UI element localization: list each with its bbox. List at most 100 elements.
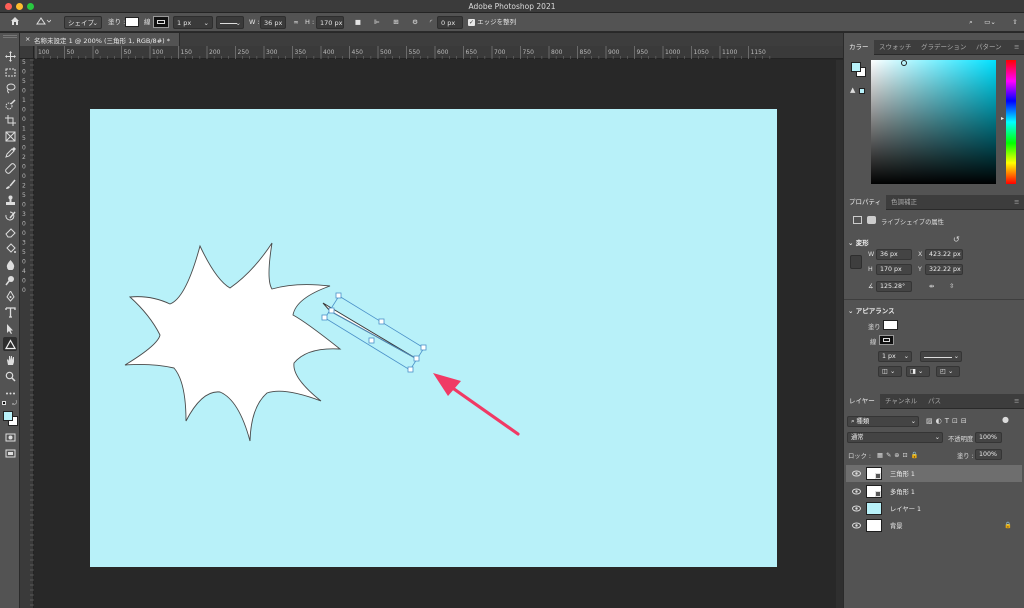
lasso-tool-icon[interactable]: [3, 81, 17, 95]
tab-patterns[interactable]: パターン: [971, 40, 1007, 55]
color-picker-field[interactable]: [871, 60, 996, 184]
prop-y-field[interactable]: 322.22 px: [925, 264, 963, 275]
default-colors-icon[interactable]: [2, 401, 8, 407]
prop-fill-swatch[interactable]: [883, 320, 898, 330]
gamut-warning-icon[interactable]: ▲: [850, 86, 855, 94]
prop-height-field[interactable]: 170 px: [876, 264, 912, 275]
close-tab-icon[interactable]: ×: [25, 35, 30, 43]
layer-filter-select[interactable]: ⌕ 種類 ⌄: [847, 416, 919, 427]
frame-tool-icon[interactable]: [3, 129, 17, 143]
transform-section-header[interactable]: ⌄ 変形: [848, 237, 869, 247]
stroke-align-select[interactable]: ◫ ⌄: [878, 366, 902, 377]
stroke-swatch[interactable]: [153, 16, 169, 28]
eraser-tool-icon[interactable]: [3, 225, 17, 239]
filter-toggle-icon[interactable]: ●: [1002, 415, 1009, 424]
layer-fill-field[interactable]: 100%: [975, 449, 1002, 460]
link-icon[interactable]: ∞: [290, 16, 302, 29]
stroke-corner-select[interactable]: ◰ ⌄: [936, 366, 960, 377]
layer-filter-icons[interactable]: ▨◐T⊡⊟: [926, 417, 970, 425]
horizontal-ruler[interactable]: 100 50 0 50 100 150 200 250 300 350 400 450 500 550 60…: [34, 46, 843, 59]
panel-menu-icon[interactable]: ≡: [1009, 40, 1024, 55]
lock-options-icons[interactable]: ▦✎⊕⊡🔒: [877, 451, 922, 459]
visibility-eye-icon[interactable]: [852, 504, 861, 513]
mask-icon[interactable]: [867, 216, 876, 224]
more-tools-icon[interactable]: [3, 386, 17, 400]
shape-height-field[interactable]: 170 px: [316, 16, 344, 29]
history-brush-tool-icon[interactable]: [3, 209, 17, 223]
settings-gear-icon[interactable]: ⚙: [410, 16, 420, 29]
path-arrangement-icon[interactable]: ⊞: [391, 16, 401, 29]
healing-brush-tool-icon[interactable]: [3, 161, 17, 175]
layer-row-layer1[interactable]: レイヤー 1: [846, 500, 1022, 517]
align-edges-checkbox[interactable]: ✓ エッジを整列: [468, 16, 516, 29]
dodge-tool-icon[interactable]: [3, 273, 17, 287]
link-dimensions-icon[interactable]: [850, 255, 862, 269]
prop-stroke-swatch[interactable]: [879, 335, 894, 345]
screen-mode-icon[interactable]: [3, 446, 17, 460]
hand-tool-icon[interactable]: [3, 353, 17, 367]
ruler-origin[interactable]: [20, 46, 34, 59]
prop-width-field[interactable]: 36 px: [876, 249, 912, 260]
hue-slider[interactable]: [1006, 60, 1016, 184]
triangle-tool-icon[interactable]: [3, 337, 17, 351]
quick-selection-tool-icon[interactable]: [3, 97, 17, 111]
tab-gradients[interactable]: グラデーション: [916, 40, 971, 55]
search-icon[interactable]: ⌕: [966, 16, 976, 29]
path-selection-tool-icon[interactable]: [3, 321, 17, 335]
hue-slider-handle[interactable]: ▸: [1001, 115, 1004, 122]
blend-mode-select[interactable]: 通常 ⌄: [847, 432, 943, 443]
tab-paths[interactable]: パス: [923, 394, 946, 409]
panel-foreground-swatch[interactable]: [851, 62, 861, 72]
type-tool-icon[interactable]: [3, 305, 17, 319]
shape-width-field[interactable]: 36 px: [260, 16, 286, 29]
tab-properties[interactable]: プロパティ: [844, 195, 887, 210]
layer-row-background[interactable]: 背景 🔒: [846, 517, 1022, 534]
panel-menu-icon[interactable]: ≡: [1009, 394, 1024, 409]
prop-angle-field[interactable]: 125.28°: [876, 281, 912, 292]
appearance-section-header[interactable]: ⌄ アピアランス: [848, 305, 895, 315]
stroke-type-select[interactable]: ⌄: [216, 16, 244, 29]
stroke-cap-select[interactable]: ◨ ⌄: [906, 366, 930, 377]
share-icon[interactable]: ⇧: [1010, 16, 1020, 29]
document-canvas[interactable]: [90, 109, 777, 567]
zoom-tool-icon[interactable]: [3, 369, 17, 383]
blur-tool-icon[interactable]: [3, 257, 17, 271]
layer-row-polygon[interactable]: 多角形 1: [846, 483, 1022, 500]
crop-tool-icon[interactable]: [3, 113, 17, 127]
workspace-icon[interactable]: ▭⌄: [983, 16, 997, 29]
path-alignment-icon[interactable]: ⊫: [372, 16, 382, 29]
brush-tool-icon[interactable]: [3, 177, 17, 191]
clone-stamp-tool-icon[interactable]: [3, 193, 17, 207]
pen-tool-icon[interactable]: [3, 289, 17, 303]
path-operations-icon[interactable]: ■: [353, 16, 363, 29]
prop-x-field[interactable]: 423.22 px: [925, 249, 963, 260]
opacity-field[interactable]: 100%: [975, 432, 1002, 443]
swap-colors-icon[interactable]: ⤾: [12, 400, 17, 408]
home-icon[interactable]: [8, 16, 22, 29]
corner-radius-field[interactable]: 0 px: [437, 16, 463, 29]
tab-channels[interactable]: チャンネル: [880, 394, 922, 409]
quick-mask-icon[interactable]: [3, 430, 17, 444]
visibility-eye-icon[interactable]: [852, 487, 861, 496]
eyedropper-tool-icon[interactable]: [3, 145, 17, 159]
prop-stroke-width-field[interactable]: 1 px ⌄: [878, 351, 912, 362]
move-tool-icon[interactable]: [3, 49, 17, 63]
triangle-tool-preset-icon[interactable]: [33, 16, 53, 29]
document-tab[interactable]: × 名称未設定 1 @ 200% (三角形 1, RGB/8#) *: [20, 33, 180, 46]
foreground-color-swatch[interactable]: [3, 411, 13, 421]
fill-swatch[interactable]: [125, 17, 139, 27]
vertical-scrollbar[interactable]: [836, 60, 843, 608]
flip-vertical-icon[interactable]: ⇳: [949, 283, 954, 290]
visibility-eye-icon[interactable]: [852, 521, 861, 530]
stroke-width-field[interactable]: 1 px ⌄: [173, 16, 213, 29]
vertical-ruler[interactable]: 5 0 5 0 1 0 0 1 5 0 2 0 0 2 5 0 3 0 0 3 5 0 4 0 0: [20, 46, 34, 608]
color-picker-cursor[interactable]: [901, 60, 907, 66]
paint-bucket-tool-icon[interactable]: [3, 241, 17, 255]
tab-layers[interactable]: レイヤー: [844, 394, 880, 409]
tool-mode-select[interactable]: シェイプ ⌄: [64, 16, 102, 29]
panel-menu-icon[interactable]: ≡: [1009, 195, 1024, 210]
reset-transform-icon[interactable]: ↺: [953, 235, 960, 244]
web-safe-swatch[interactable]: [859, 88, 865, 94]
tab-swatches[interactable]: スウォッチ: [874, 40, 917, 55]
toolbar-grip[interactable]: [3, 35, 17, 38]
